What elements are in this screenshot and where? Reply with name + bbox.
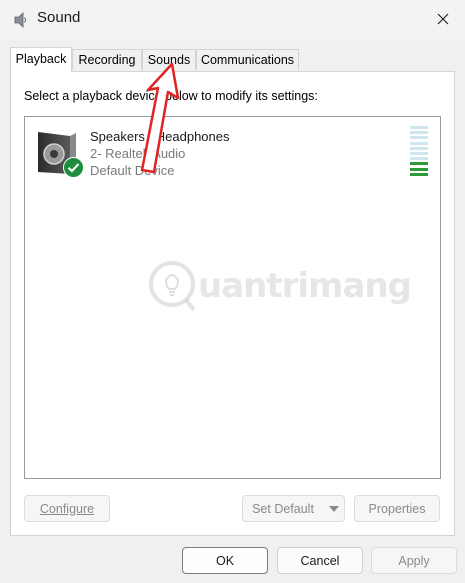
cancel-label: Cancel <box>300 553 340 568</box>
set-default-button[interactable]: Set Default <box>242 495 324 522</box>
meter-segment <box>410 136 428 140</box>
meter-segment <box>410 172 428 176</box>
window-title: Sound <box>37 9 81 26</box>
meter-segment <box>410 141 428 145</box>
tab-communications[interactable]: Communications <box>196 49 299 70</box>
device-item-speakers[interactable]: Speakers / Headphones 2- Realtek Audio D… <box>29 123 437 183</box>
apply-button[interactable]: Apply <box>371 547 457 574</box>
device-subtitle: 2- Realtek Audio <box>90 146 186 161</box>
set-default-label: Set Default <box>252 501 314 516</box>
cancel-button[interactable]: Cancel <box>277 547 363 574</box>
volume-meter <box>410 126 428 178</box>
tab-strip: Playback Recording Sounds Communications <box>10 47 455 72</box>
chevron-down-icon <box>328 505 339 512</box>
meter-segment <box>410 162 428 166</box>
instruction-text: Select a playback device below to modify… <box>24 89 318 103</box>
title-bar: Sound <box>0 0 465 40</box>
configure-button[interactable]: Configure <box>24 495 110 522</box>
device-list[interactable]: Speakers / Headphones 2- Realtek Audio D… <box>24 116 441 479</box>
ok-button[interactable]: OK <box>182 547 268 574</box>
device-name: Speakers / Headphones <box>90 129 230 144</box>
set-default-dropdown[interactable] <box>323 495 345 522</box>
close-button[interactable] <box>424 2 462 36</box>
device-status: Default Device <box>90 163 175 178</box>
meter-segment <box>410 146 428 150</box>
sound-dialog: Sound Playback Recording Sounds Communic… <box>0 0 465 583</box>
check-badge-icon <box>63 157 84 178</box>
properties-label: Properties <box>368 501 426 516</box>
meter-segment <box>410 126 428 129</box>
properties-button[interactable]: Properties <box>354 495 440 522</box>
tab-sounds[interactable]: Sounds <box>142 49 196 70</box>
meter-segment <box>410 157 428 161</box>
meter-segment <box>410 152 428 155</box>
apply-label: Apply <box>398 553 430 568</box>
ok-label: OK <box>215 553 235 568</box>
speaker-app-icon <box>14 12 26 28</box>
configure-label: Configure <box>39 501 95 516</box>
close-icon <box>437 13 449 25</box>
tab-recording[interactable]: Recording <box>72 49 142 70</box>
meter-segment <box>410 167 428 171</box>
meter-segment <box>410 131 428 135</box>
tab-playback[interactable]: Playback <box>10 47 72 72</box>
